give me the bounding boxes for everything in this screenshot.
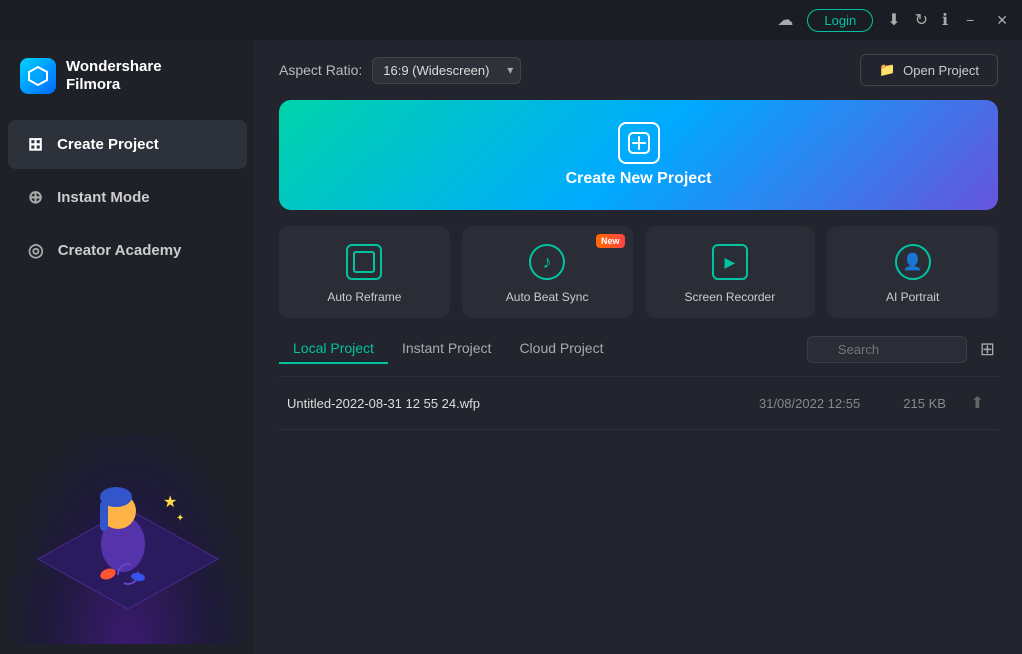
auto-beat-sync-icon: ♪: [529, 244, 565, 280]
screen-recorder-label: Screen Recorder: [685, 290, 776, 304]
table-row[interactable]: Untitled-2022-08-31 12 55 24.wfp 31/08/2…: [279, 377, 998, 430]
create-banner-label: Create New Project: [566, 170, 712, 188]
create-new-project-banner[interactable]: Create New Project: [279, 100, 998, 210]
close-button[interactable]: ✕: [992, 10, 1012, 31]
svg-text:✦: ✦: [176, 513, 184, 524]
sidebar-item-label: Create Project: [57, 136, 159, 153]
cloud-icon[interactable]: ☁: [777, 10, 793, 30]
sidebar-item-instant-mode[interactable]: ⊕ Instant Mode: [8, 173, 247, 222]
projects-search-area: ⊞: [807, 336, 998, 363]
aspect-ratio-label: Aspect Ratio:: [279, 62, 362, 78]
logo-icon: [20, 58, 56, 94]
action-card-screen-recorder[interactable]: Screen Recorder: [645, 226, 816, 318]
project-size: 215 KB: [885, 396, 965, 411]
screen-recorder-icon: [712, 244, 748, 280]
aspect-ratio-select[interactable]: 16:9 (Widescreen) 9:16 (Portrait) 1:1 (S…: [372, 57, 521, 84]
top-bar: Aspect Ratio: 16:9 (Widescreen) 9:16 (Po…: [255, 40, 1022, 100]
search-wrap: [807, 336, 967, 363]
auto-reframe-icon: [346, 244, 382, 280]
projects-tabs: Local Project Instant Project Cloud Proj…: [279, 334, 998, 364]
search-input[interactable]: [807, 336, 967, 363]
svg-text:★: ★: [163, 494, 177, 511]
minimize-button[interactable]: −: [962, 10, 978, 30]
sidebar-item-label: Creator Academy: [58, 242, 182, 259]
main-content: Aspect Ratio: 16:9 (Widescreen) 9:16 (Po…: [255, 40, 1022, 654]
sidebar-illustration: ★ ✦: [0, 424, 255, 654]
sidebar-item-create-project[interactable]: ⊞ Create Project: [8, 120, 247, 169]
logo-text: Wondershare Filmora: [66, 58, 162, 94]
sidebar: Wondershare Filmora ⊞ Create Project ⊕ I…: [0, 40, 255, 654]
projects-section: Local Project Instant Project Cloud Proj…: [279, 334, 998, 654]
upload-icon[interactable]: ⬆: [965, 391, 990, 415]
project-date: 31/08/2022 12:55: [735, 396, 885, 411]
project-list: Untitled-2022-08-31 12 55 24.wfp 31/08/2…: [279, 376, 998, 430]
grid-toggle-icon[interactable]: ⊞: [977, 336, 998, 363]
title-bar-icons: ☁ Login ⬇ ↻ ℹ − ✕: [777, 9, 1012, 32]
refresh-icon[interactable]: ↻: [915, 10, 928, 30]
illustration-bg: ★ ✦: [10, 434, 245, 644]
creator-academy-icon: ◎: [28, 240, 44, 261]
app-layout: Wondershare Filmora ⊞ Create Project ⊕ I…: [0, 40, 1022, 654]
folder-icon: 📁: [879, 62, 895, 78]
create-banner-icon: [618, 122, 660, 164]
sidebar-item-label: Instant Mode: [57, 189, 150, 206]
quick-actions: Auto Reframe New ♪ Auto Beat Sync Screen…: [279, 226, 998, 318]
auto-beat-sync-label: Auto Beat Sync: [506, 290, 589, 304]
tab-cloud-project[interactable]: Cloud Project: [505, 334, 617, 364]
tab-local-project[interactable]: Local Project: [279, 334, 388, 364]
ai-portrait-label: AI Portrait: [886, 290, 939, 304]
new-badge: New: [596, 234, 625, 248]
aspect-ratio-select-wrap[interactable]: 16:9 (Widescreen) 9:16 (Portrait) 1:1 (S…: [372, 57, 521, 84]
login-button[interactable]: Login: [807, 9, 873, 32]
tab-instant-project[interactable]: Instant Project: [388, 334, 506, 364]
info-icon[interactable]: ℹ: [942, 10, 948, 30]
aspect-ratio-section: Aspect Ratio: 16:9 (Widescreen) 9:16 (Po…: [279, 57, 521, 84]
create-project-icon: ⊞: [28, 134, 43, 155]
auto-reframe-label: Auto Reframe: [327, 290, 401, 304]
download-icon[interactable]: ⬇: [887, 10, 900, 30]
action-card-auto-beat-sync[interactable]: New ♪ Auto Beat Sync: [462, 226, 633, 318]
ai-portrait-icon: 👤: [895, 244, 931, 280]
project-name: Untitled-2022-08-31 12 55 24.wfp: [287, 396, 735, 411]
sidebar-item-creator-academy[interactable]: ◎ Creator Academy: [8, 226, 247, 275]
title-bar: ☁ Login ⬇ ↻ ℹ − ✕: [0, 0, 1022, 40]
instant-mode-icon: ⊕: [28, 187, 43, 208]
action-card-auto-reframe[interactable]: Auto Reframe: [279, 226, 450, 318]
sidebar-logo: Wondershare Filmora: [0, 40, 255, 118]
action-card-ai-portrait[interactable]: 👤 AI Portrait: [827, 226, 998, 318]
open-project-button[interactable]: 📁 Open Project: [860, 54, 998, 86]
